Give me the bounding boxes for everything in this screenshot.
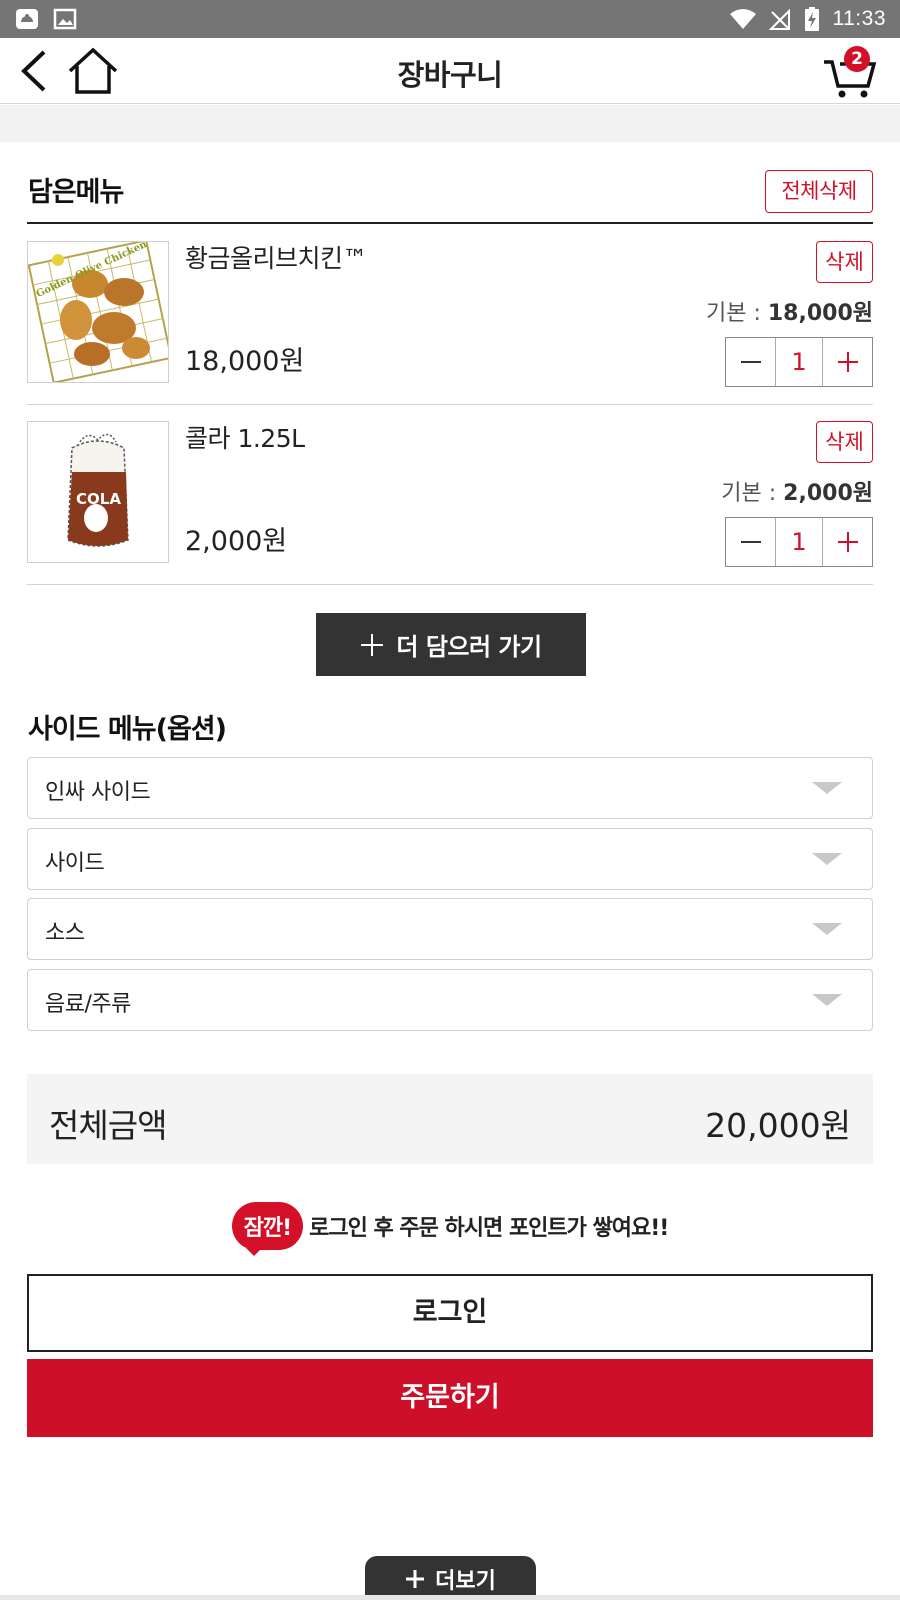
cart-item: COLA 콜라 1.25L 2,000원 삭제 기본 : 2,000원 1 (27, 405, 873, 585)
bottom-edge (0, 1595, 900, 1600)
cart-item: Golden Olive Chicken 황금올리브치킨™ 18,000원 삭제… (27, 225, 873, 405)
side-menu-title: 사이드 메뉴(옵션) (28, 714, 227, 745)
plus-icon (837, 352, 858, 372)
base-price-label: 기본 : (705, 301, 768, 326)
plus-icon (406, 1570, 425, 1588)
side-select-side[interactable]: 사이드 (27, 828, 873, 890)
wifi-icon (729, 9, 756, 29)
more-tab-button[interactable]: 더보기 (365, 1556, 536, 1600)
quantity-value: 1 (775, 338, 823, 386)
base-price-label: 기본 : (721, 481, 784, 506)
select-label: 음료/주류 (45, 992, 131, 1017)
base-price-value: 18,000원 (767, 301, 873, 326)
base-price-value: 2,000원 (783, 481, 873, 506)
item-price: 18,000원 (185, 346, 305, 377)
minus-icon (740, 361, 761, 363)
header-spacer (0, 105, 900, 142)
base-price: 기본 : 18,000원 (706, 295, 873, 327)
battery-charging-icon (804, 7, 819, 31)
decrease-quantity-button[interactable] (726, 518, 775, 566)
total-value: 20,000원 (705, 1106, 851, 1145)
item-name: 콜라 1.25L (185, 424, 305, 453)
select-label: 사이드 (45, 851, 105, 876)
plus-icon (837, 532, 858, 552)
decrease-quantity-button[interactable] (726, 338, 775, 386)
status-time: 11:33 (832, 7, 886, 30)
notice-text: 로그인 후 주문 하시면 포인트가 쌓여요!! (309, 1216, 669, 1241)
item-price: 2,000원 (185, 526, 288, 557)
quantity-stepper: 1 (725, 337, 873, 387)
section-divider (27, 222, 873, 224)
quantity-stepper: 1 (725, 517, 873, 567)
increase-quantity-button[interactable] (823, 338, 872, 386)
page-title: 장바구니 (397, 58, 503, 92)
login-points-notice: 잠깐! 로그인 후 주문 하시면 포인트가 쌓여요!! (0, 1202, 900, 1256)
cola-product-image: COLA (27, 421, 169, 563)
order-button[interactable]: 주문하기 (27, 1359, 873, 1437)
side-select-sauce[interactable]: 소스 (27, 898, 873, 960)
image-notification-icon (53, 8, 77, 30)
item-name: 황금올리브치킨™ (185, 244, 368, 273)
add-more-button[interactable]: 더 담으러 가기 (316, 613, 586, 676)
total-label: 전체금액 (49, 1106, 167, 1145)
add-more-label: 더 담으러 가기 (396, 633, 542, 661)
delete-item-button[interactable]: 삭제 (816, 241, 873, 283)
plus-icon (361, 633, 384, 656)
clear-all-button[interactable]: 전체삭제 (765, 170, 873, 213)
side-select-insa[interactable]: 인싸 사이드 (27, 757, 873, 819)
cart-count-badge: 2 (844, 46, 870, 72)
chevron-down-icon (812, 994, 842, 1006)
select-label: 소스 (45, 921, 85, 946)
cola-label-text: COLA (76, 490, 121, 508)
wait-badge: 잠깐! (231, 1202, 304, 1256)
side-select-drink[interactable]: 음료/주류 (27, 969, 873, 1031)
base-price: 기본 : 2,000원 (721, 475, 873, 507)
no-signal-icon (768, 8, 790, 30)
total-amount-box: 전체금액 20,000원 (27, 1074, 873, 1164)
increase-quantity-button[interactable] (823, 518, 872, 566)
cart-section-title: 담은메뉴 (28, 177, 124, 208)
chicken-product-image: Golden Olive Chicken (27, 241, 169, 383)
minus-icon (740, 541, 761, 543)
chevron-down-icon (812, 782, 842, 794)
notification-app-icon (16, 9, 38, 29)
status-bar: 11:33 (0, 0, 900, 38)
delete-item-button[interactable]: 삭제 (816, 421, 873, 463)
app-header: 장바구니 2 (0, 38, 900, 104)
chevron-down-icon (812, 853, 842, 865)
quantity-value: 1 (775, 518, 823, 566)
more-tab-label: 더보기 (435, 1569, 496, 1594)
select-label: 인싸 사이드 (45, 780, 151, 805)
chevron-down-icon (812, 923, 842, 935)
login-button[interactable]: 로그인 (27, 1274, 873, 1352)
cart-button[interactable]: 2 (820, 44, 882, 100)
